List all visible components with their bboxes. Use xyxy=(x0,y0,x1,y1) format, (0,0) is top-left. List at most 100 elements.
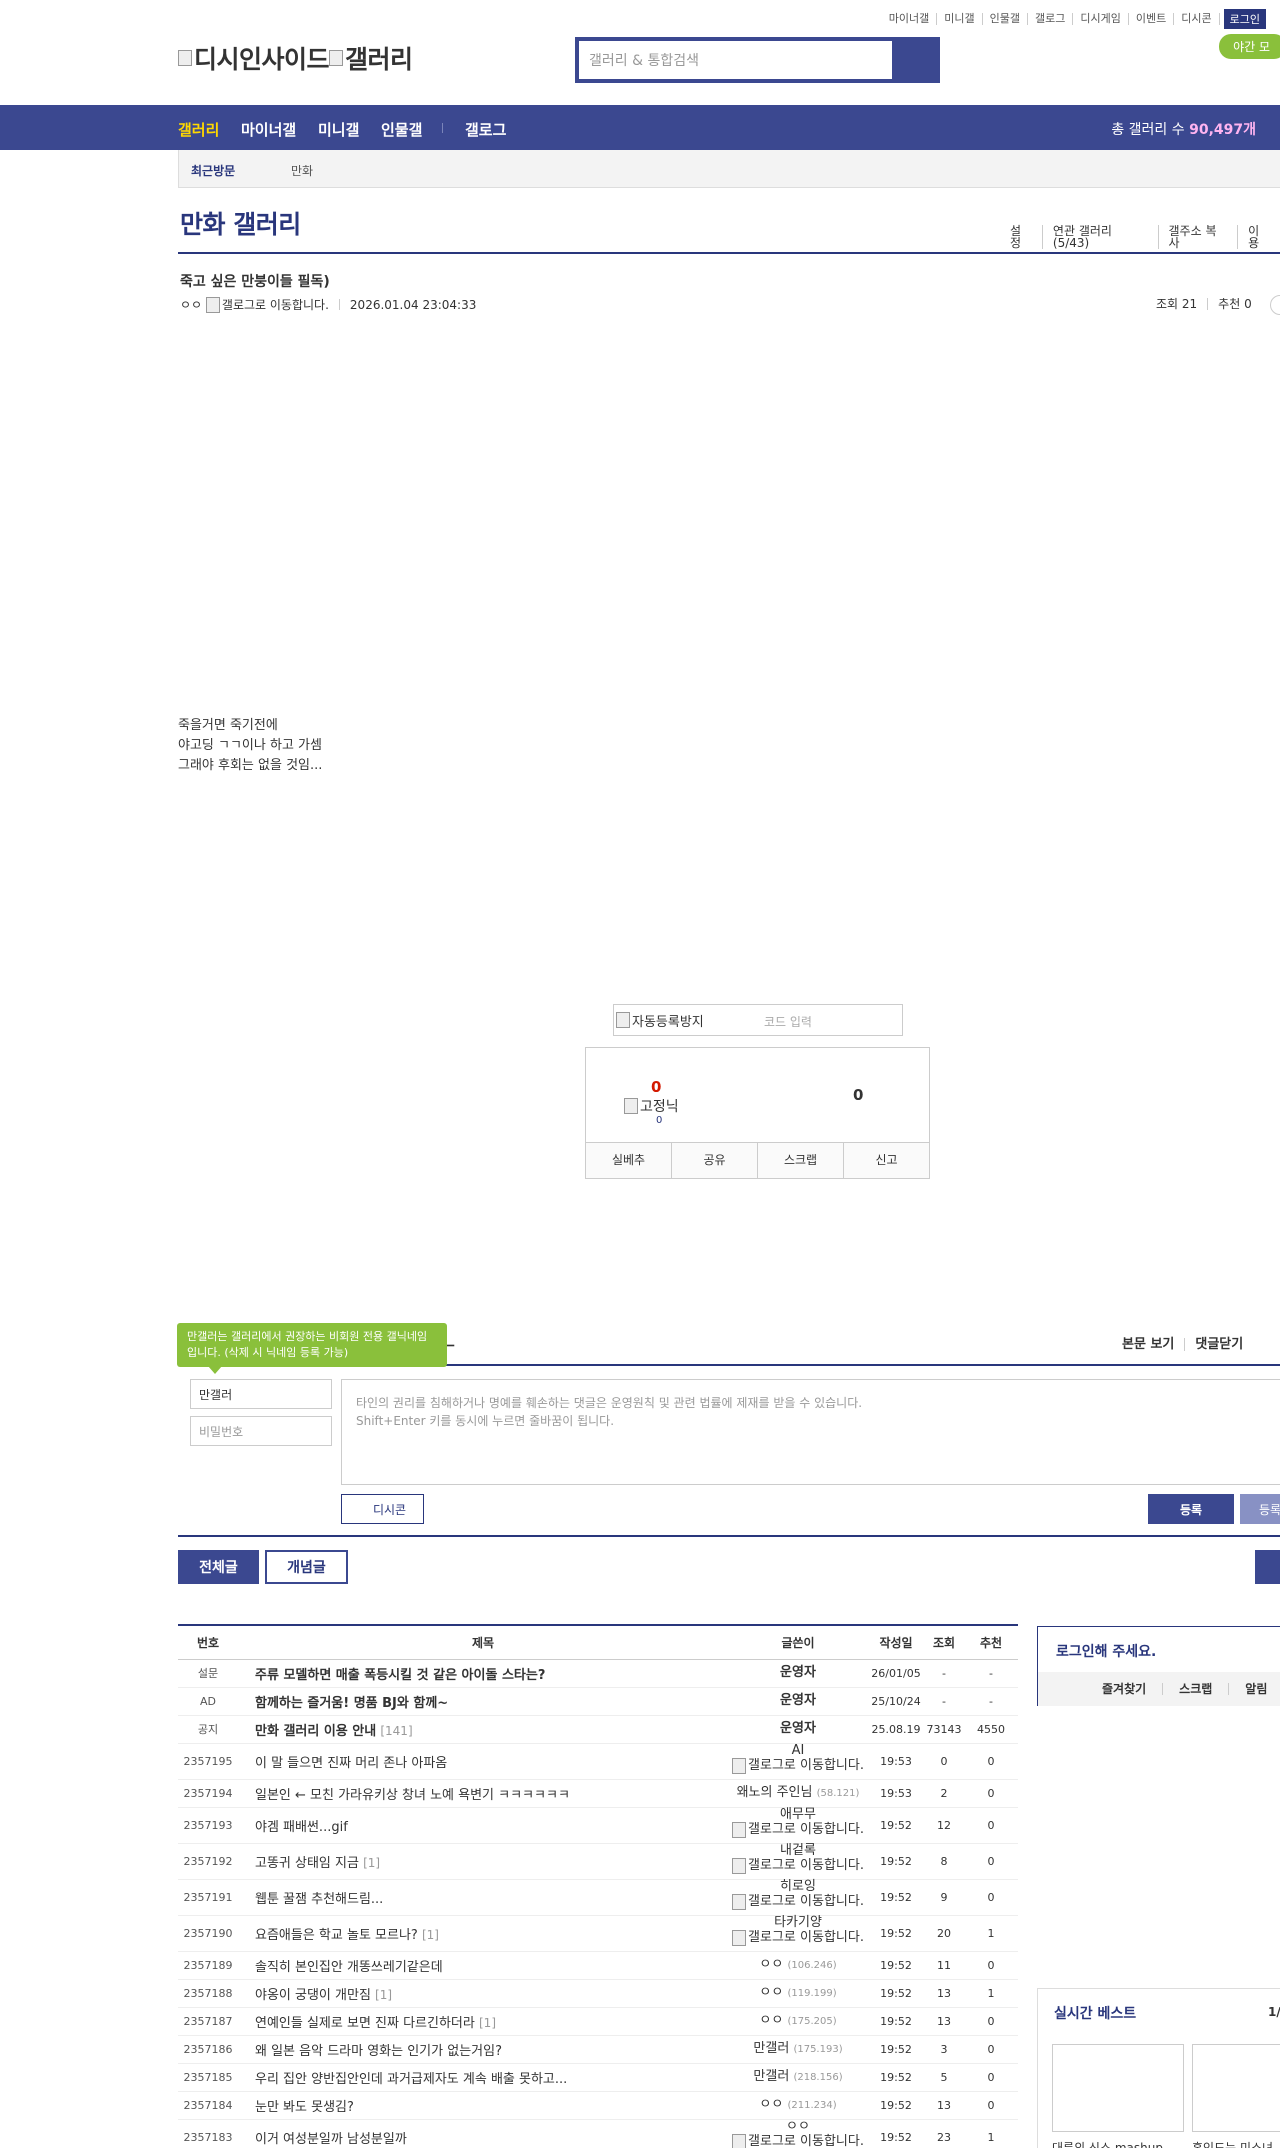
gallery-title[interactable]: 만화 갤러리 xyxy=(180,205,301,241)
post-writer-cell[interactable]: ㅇㅇ (211.234) xyxy=(728,2091,868,2120)
post-subject-cell[interactable]: 고똥귀 상태임 지금 [1] xyxy=(238,1843,728,1880)
post-writer[interactable]: 운영자 xyxy=(780,1693,816,1708)
post-writer-cell[interactable]: 운영자 xyxy=(728,1715,868,1744)
post-writer[interactable]: ㅇㅇ xyxy=(759,1957,783,1972)
post-author-gallog-link[interactable]: 갤로그로 이동합니다. xyxy=(222,296,329,313)
post-subject-cell[interactable]: 함께하는 즐거움! 명품 BJ와 함께~ xyxy=(238,1687,728,1716)
post-subject[interactable]: 일본인 ← 모친 가라유키상 창녀 노예 욕변기 ㅋㅋㅋㅋㅋㅋ xyxy=(255,1788,570,1803)
post-writer-cell[interactable]: 애무무 갤로그로 이동합니다. xyxy=(728,1807,868,1844)
site-logo[interactable]: 디시인사이드 갤러리 xyxy=(178,40,413,76)
post-writer[interactable]: 만갤러 xyxy=(753,2069,789,2084)
nav-gallog[interactable]: 갤로그 xyxy=(465,119,506,140)
post-writer[interactable]: 만갤러 xyxy=(753,2041,789,2056)
post-writer[interactable]: 운영자 xyxy=(780,1665,816,1680)
post-writer[interactable]: ㅇㅇ xyxy=(759,2097,783,2112)
table-row[interactable]: 2357186 왜 일본 음악 드라마 영화는 인기가 없는거임? 만갤러 (175… xyxy=(178,2035,1018,2064)
captcha-input[interactable]: 코드 입력 xyxy=(764,1013,812,1030)
table-row[interactable]: 2357188 야옹이 궁댕이 개만짐 [1] ㅇㅇ (119.199) 19:52 1… xyxy=(178,1979,1018,2008)
scrap-link[interactable]: 스크랩 xyxy=(1162,1683,1228,1695)
copy-gallery-url-link[interactable]: 갤주소 복사 xyxy=(1157,225,1238,249)
post-subject-cell[interactable]: 야겜 패배썬...gif xyxy=(238,1807,728,1844)
night-mode-button[interactable]: 야간 모 xyxy=(1219,34,1280,59)
comment-name-field[interactable]: 만갤러 xyxy=(190,1379,332,1409)
post-author[interactable]: ㅇㅇ xyxy=(180,296,202,313)
post-writer-cell[interactable]: 만갤러 (175.193) xyxy=(728,2035,868,2064)
best-thumbnail[interactable] xyxy=(1052,2044,1184,2132)
table-row[interactable]: 2357184 눈만 봐도 못생김? ㅇㅇ (211.234) 19:52 13 0 xyxy=(178,2091,1018,2120)
table-row[interactable]: 2357183 이거 여성분일까 남성분일까 ㅇㅇ 갤로그로 이동합니다. 19:52 2… xyxy=(178,2119,1018,2148)
table-row[interactable]: 2357190 요즘애들은 학교 놀토 모르나? [1] 타카기양 갤로그로 이동합니… xyxy=(178,1915,1018,1952)
post-writer[interactable]: 타카기양 xyxy=(774,1915,822,1930)
search-button[interactable] xyxy=(896,41,936,79)
post-writer-cell[interactable]: AI 갤로그로 이동합니다. xyxy=(728,1743,868,1780)
reply-count[interactable]: [1] xyxy=(479,2016,496,2030)
comment-textarea[interactable]: 타인의 권리를 침해하거나 명예를 훼손하는 댓글은 운영원칙 및 관련 법률에… xyxy=(341,1379,1280,1485)
post-subject-cell[interactable]: 웹툰 꿀잼 추천해드림... xyxy=(238,1879,728,1916)
search-input[interactable]: 갤러리 & 통합검색 xyxy=(579,41,892,79)
login-prompt[interactable]: 로그인해 주세요. xyxy=(1056,1641,1156,1661)
writer-gallog-link[interactable]: 갤로그로 이동합니다. xyxy=(732,2134,864,2148)
post-writer[interactable]: 히로잉 xyxy=(780,1879,816,1894)
post-subject[interactable]: 주류 모델하면 매출 폭등시킬 것 같은 아이돌 스타는? xyxy=(255,1668,545,1683)
writer-gallog-link[interactable]: 갤로그로 이동합니다. xyxy=(732,1858,864,1874)
post-subject[interactable]: 함께하는 즐거움! 명품 BJ와 함께~ xyxy=(255,1696,448,1711)
table-row[interactable]: 2357191 웹툰 꿀잼 추천해드림... 히로잉 갤로그로 이동합니다. 19:52… xyxy=(178,1879,1018,1916)
post-subject[interactable]: 왜 일본 음악 드라마 영화는 인기가 없는거임? xyxy=(255,2044,502,2059)
post-writer-cell[interactable]: 내겉록 갤로그로 이동합니다. xyxy=(728,1843,868,1880)
post-writer[interactable]: 내겉록 xyxy=(780,1843,816,1858)
nav-mini[interactable]: 미니갤 xyxy=(318,119,359,140)
post-writer-cell[interactable]: ㅇㅇ (119.199) xyxy=(728,1979,868,2008)
related-gallery-link[interactable]: 연관 갤러리(5/43) xyxy=(1041,225,1158,249)
table-row[interactable]: 설문 주류 모델하면 매출 폭등시킬 것 같은 아이돌 스타는? 운영자 26/01/… xyxy=(178,1659,1018,1688)
writer-gallog-link[interactable]: 갤로그로 이동합니다. xyxy=(732,1758,864,1774)
post-subject[interactable]: 눈만 봐도 못생김? xyxy=(255,2100,354,2115)
writer-gallog-link[interactable]: 갤로그로 이동합니다. xyxy=(732,1930,864,1946)
notification-link[interactable]: 알림 xyxy=(1228,1683,1280,1695)
post-subject-cell[interactable]: 요즘애들은 학교 놀토 모르나? [1] xyxy=(238,1915,728,1952)
post-subject[interactable]: 야겜 패배썬...gif xyxy=(255,1820,348,1835)
post-subject-cell[interactable]: 일본인 ← 모친 가라유키상 창녀 노예 욕변기 ㅋㅋㅋㅋㅋㅋ xyxy=(238,1779,728,1808)
post-writer[interactable]: 애무무 xyxy=(780,1807,816,1822)
comment-submit-button[interactable]: 등록 xyxy=(1148,1494,1234,1524)
table-row[interactable]: 2357194 일본인 ← 모친 가라유키상 창녀 노예 욕변기 ㅋㅋㅋㅋㅋㅋ 왜노… xyxy=(178,1779,1018,1808)
best-caption[interactable]: 혼인도는 미소녀 xyxy=(1192,2139,1273,2148)
login-button[interactable]: 로그인 xyxy=(1223,9,1266,29)
share-button[interactable]: 공유 xyxy=(671,1143,757,1178)
post-writer[interactable]: AI xyxy=(792,1743,805,1758)
best-caption[interactable]: 대륙의 신스 mashup xyxy=(1052,2139,1163,2148)
post-writer-cell[interactable]: ㅇㅇ 갤로그로 이동합니다. xyxy=(728,2119,868,2148)
dccon-button[interactable]: 디시콘 xyxy=(341,1494,424,1524)
comment-submit-recommend-button[interactable]: 등록 xyxy=(1240,1494,1280,1524)
gallery-usage-link[interactable]: 이용 xyxy=(1237,225,1280,249)
post-subject[interactable]: 웹툰 꿀잼 추천해드림... xyxy=(255,1892,383,1907)
reply-count[interactable]: [141] xyxy=(380,1724,412,1738)
best-thumbnail[interactable] xyxy=(1192,2044,1280,2132)
write-button[interactable] xyxy=(1255,1550,1280,1584)
top-link-dcgame[interactable]: 디시게임 xyxy=(1073,13,1129,25)
post-writer-cell[interactable]: 운영자 xyxy=(728,1687,868,1716)
writer-gallog-link[interactable]: 갤로그로 이동합니다. xyxy=(732,1894,864,1910)
recommend-up-count[interactable]: 0 xyxy=(651,1078,661,1096)
post-writer-cell[interactable]: 타카기양 갤로그로 이동합니다. xyxy=(728,1915,868,1952)
top-link-event[interactable]: 이벤트 xyxy=(1129,13,1175,25)
close-comments-link[interactable]: 댓글닫기 xyxy=(1184,1338,1253,1351)
post-subject[interactable]: 이 말 들으면 진짜 머리 존나 아파옴 xyxy=(255,1756,447,1771)
post-subject[interactable]: 연예인들 실제로 보면 진짜 다르긴하더라 xyxy=(255,2016,475,2031)
top-link-person[interactable]: 인물갤 xyxy=(983,13,1029,25)
post-writer[interactable]: 왜노의 주인님 xyxy=(737,1785,813,1800)
post-subject[interactable]: 만화 갤러리 이용 안내 xyxy=(255,1724,376,1739)
reply-count[interactable]: [1] xyxy=(422,1928,439,1942)
post-more-button[interactable] xyxy=(1270,295,1280,315)
post-writer[interactable]: 운영자 xyxy=(780,1721,816,1736)
top-link-dccon[interactable]: 디시콘 xyxy=(1174,13,1220,25)
tab-concept-posts[interactable]: 개념글 xyxy=(265,1550,348,1584)
view-body-link[interactable]: 본문 보기 xyxy=(1112,1338,1184,1351)
post-subject[interactable]: 고똥귀 상태임 지금 xyxy=(255,1856,359,1871)
tab-all-posts[interactable]: 전체글 xyxy=(178,1550,259,1584)
comment-password-field[interactable]: 비밀번호 xyxy=(190,1416,332,1446)
report-button[interactable]: 신고 xyxy=(843,1143,929,1178)
table-row[interactable]: 공지 만화 갤러리 이용 안내 [141] 운영자 25.08.19 73143 4550 xyxy=(178,1715,1018,1744)
post-subject-cell[interactable]: 주류 모델하면 매출 폭등시킬 것 같은 아이돌 스타는? xyxy=(238,1659,728,1688)
post-writer[interactable]: ㅇㅇ xyxy=(759,2013,783,2028)
post-writer-cell[interactable]: 만갤러 (218.156) xyxy=(728,2063,868,2092)
